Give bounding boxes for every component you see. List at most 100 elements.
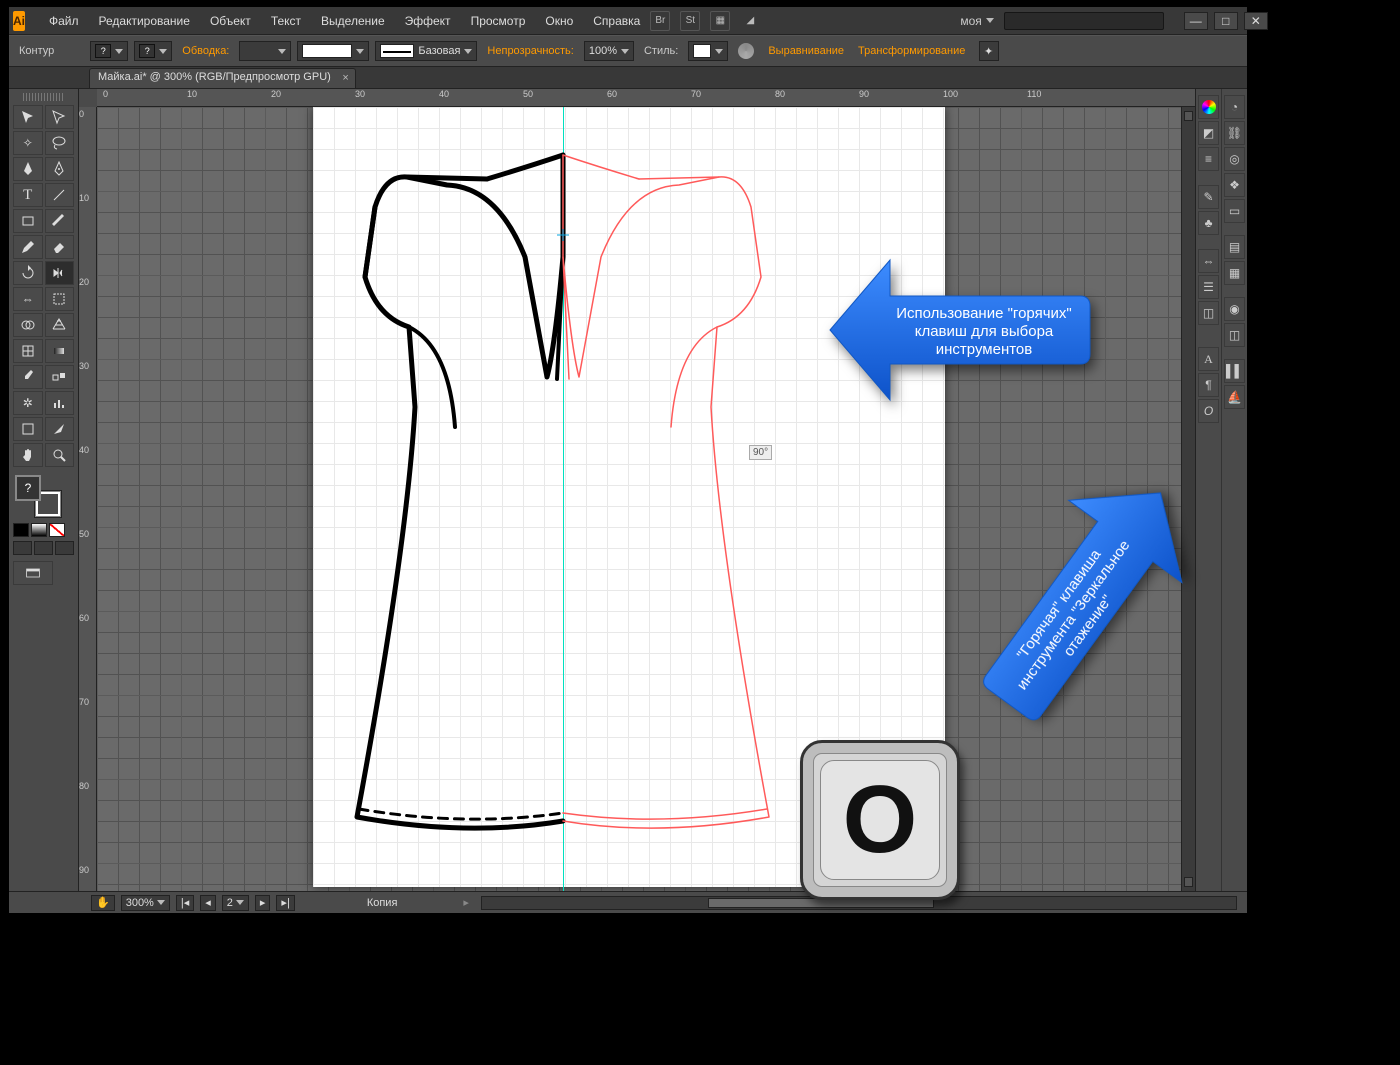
panel-artboards-icon[interactable]: ▭ — [1224, 199, 1245, 223]
menu-window[interactable]: Окно — [535, 14, 583, 28]
strokewidth-dropdown[interactable] — [239, 41, 291, 61]
pencil-tool[interactable] — [13, 235, 43, 259]
paintbrush-tool[interactable] — [45, 209, 75, 233]
artboard-next[interactable]: ▸ — [255, 895, 271, 911]
direct-selection-tool[interactable] — [45, 105, 75, 129]
menu-help[interactable]: Справка — [583, 14, 650, 28]
recolor-button[interactable] — [734, 41, 758, 61]
menu-edit[interactable]: Редактирование — [89, 14, 200, 28]
menu-object[interactable]: Объект — [200, 14, 261, 28]
toolbox-grip[interactable] — [23, 93, 64, 101]
artboard-tool[interactable] — [13, 417, 43, 441]
ruler-vertical[interactable]: 0 10 20 30 40 50 60 70 80 90 — [79, 107, 97, 891]
close-tab-icon[interactable]: × — [342, 72, 348, 84]
menu-type[interactable]: Текст — [261, 14, 311, 28]
draw-mode-inside[interactable] — [55, 541, 74, 555]
opacity-dropdown[interactable]: 100% — [584, 41, 634, 61]
screen-mode-button[interactable] — [13, 561, 53, 585]
blend-tool[interactable] — [45, 365, 75, 389]
color-mode-gradient[interactable] — [31, 523, 47, 537]
panel-paragraph-icon[interactable]: ¶ — [1198, 373, 1219, 397]
panel-color-icon[interactable] — [1198, 95, 1219, 119]
panel-navigator-icon[interactable]: ⛵ — [1224, 385, 1245, 409]
rectangle-tool[interactable] — [13, 209, 43, 233]
menu-select[interactable]: Выделение — [311, 14, 395, 28]
scrollbar-arrow-down[interactable] — [1184, 877, 1193, 887]
color-mode-none[interactable] — [49, 523, 65, 537]
free-transform-tool[interactable] — [45, 287, 75, 311]
scrollbar-arrow-up[interactable] — [1184, 111, 1193, 121]
align-link[interactable]: Выравнивание — [764, 45, 848, 57]
ruler-horizontal[interactable]: 0 10 20 30 40 50 60 70 80 90 100 110 — [97, 89, 1195, 107]
artboard-prev[interactable]: ◂ — [200, 895, 216, 911]
zoom-tool[interactable] — [45, 443, 75, 467]
panel-character-icon[interactable]: A — [1198, 347, 1219, 371]
workspace-switcher[interactable]: моя — [960, 14, 993, 28]
gradient-tool[interactable] — [45, 339, 75, 363]
style-dropdown[interactable] — [688, 41, 728, 61]
symbol-sprayer-tool[interactable]: ✲ — [13, 391, 43, 415]
stroke-dropdown[interactable]: ? — [134, 41, 172, 61]
menu-view[interactable]: Просмотр — [461, 14, 536, 28]
perspective-grid-tool[interactable] — [45, 313, 75, 337]
transform-link[interactable]: Трансформирование — [854, 45, 969, 57]
panel-align-icon[interactable]: ☰ — [1198, 275, 1219, 299]
draw-mode-normal[interactable] — [13, 541, 32, 555]
panel-graphicstyles-icon[interactable]: ◫ — [1224, 323, 1245, 347]
menu-file[interactable]: Файл — [39, 14, 89, 28]
artboard-last[interactable]: ▸| — [276, 895, 294, 911]
panel-pathfinder-icon[interactable]: ◫ — [1198, 301, 1219, 325]
panel-colorguide-icon[interactable]: ◔ — [1224, 95, 1245, 119]
opacity-label[interactable]: Непрозрачность: — [483, 45, 577, 57]
panel-cc-icon[interactable]: ◎ — [1224, 147, 1245, 171]
close-button[interactable]: ✕ — [1244, 12, 1268, 30]
minimize-button[interactable]: — — [1184, 12, 1208, 30]
varwidth-dropdown[interactable] — [297, 41, 369, 61]
panel-layers-icon[interactable]: ❖ — [1224, 173, 1245, 197]
document-tab[interactable]: Майка.ai* @ 300% (RGB/Предпросмотр GPU) … — [89, 68, 356, 88]
zoom-dropdown[interactable]: 300% — [121, 895, 170, 911]
canvas[interactable]: 90° — [97, 107, 1195, 891]
panel-gradient-icon[interactable]: ▤ — [1224, 235, 1245, 259]
panel-appearance-icon[interactable]: ◉ — [1224, 297, 1245, 321]
gpu-icon[interactable]: ◢ — [740, 11, 760, 31]
column-graph-tool[interactable] — [45, 391, 75, 415]
stock-icon[interactable]: St — [680, 11, 700, 31]
scrollbar-vertical[interactable] — [1181, 107, 1195, 891]
eraser-tool[interactable] — [45, 235, 75, 259]
isolate-button[interactable]: ✦ — [979, 41, 998, 61]
menu-effect[interactable]: Эффект — [395, 14, 461, 28]
width-tool[interactable]: ⇔ — [13, 287, 43, 311]
panel-brushes-icon[interactable]: ✎ — [1198, 185, 1219, 209]
mesh-tool[interactable] — [13, 339, 43, 363]
artboard-first[interactable]: |◂ — [176, 895, 194, 911]
shape-builder-tool[interactable] — [13, 313, 43, 337]
brush-dropdown[interactable]: Базовая — [375, 41, 477, 61]
panel-transform-icon[interactable]: ⇔ — [1198, 249, 1219, 273]
hand-tool[interactable] — [13, 443, 43, 467]
fill-stroke-control[interactable]: ? — [13, 473, 63, 519]
panel-links-icon[interactable]: ⛓ — [1224, 121, 1245, 145]
line-tool[interactable] — [45, 183, 75, 207]
fill-dropdown[interactable]: ? — [90, 41, 128, 61]
panel-swatches-icon[interactable]: ◩ — [1198, 121, 1219, 145]
reflect-tool[interactable] — [45, 261, 75, 285]
selection-tool[interactable] — [13, 105, 43, 129]
curvature-tool[interactable] — [45, 157, 75, 181]
hand-status[interactable]: ✋ — [91, 895, 115, 911]
panel-transparency-icon[interactable]: ▦ — [1224, 261, 1245, 285]
pen-tool[interactable] — [13, 157, 43, 181]
panel-symbols-icon[interactable]: ♣ — [1198, 211, 1219, 235]
maximize-button[interactable]: □ — [1214, 12, 1238, 30]
color-mode-solid[interactable] — [13, 523, 29, 537]
slice-tool[interactable] — [45, 417, 75, 441]
panel-stroke-icon[interactable]: ≡ — [1198, 147, 1219, 171]
panel-opentype-icon[interactable]: O — [1198, 399, 1219, 423]
bridge-icon[interactable]: Br — [650, 11, 670, 31]
magic-wand-tool[interactable]: ✧ — [13, 131, 43, 155]
type-tool[interactable]: T — [13, 183, 43, 207]
draw-mode-behind[interactable] — [34, 541, 53, 555]
rotate-tool[interactable] — [13, 261, 43, 285]
search-input[interactable] — [1004, 12, 1164, 30]
lasso-tool[interactable] — [45, 131, 75, 155]
